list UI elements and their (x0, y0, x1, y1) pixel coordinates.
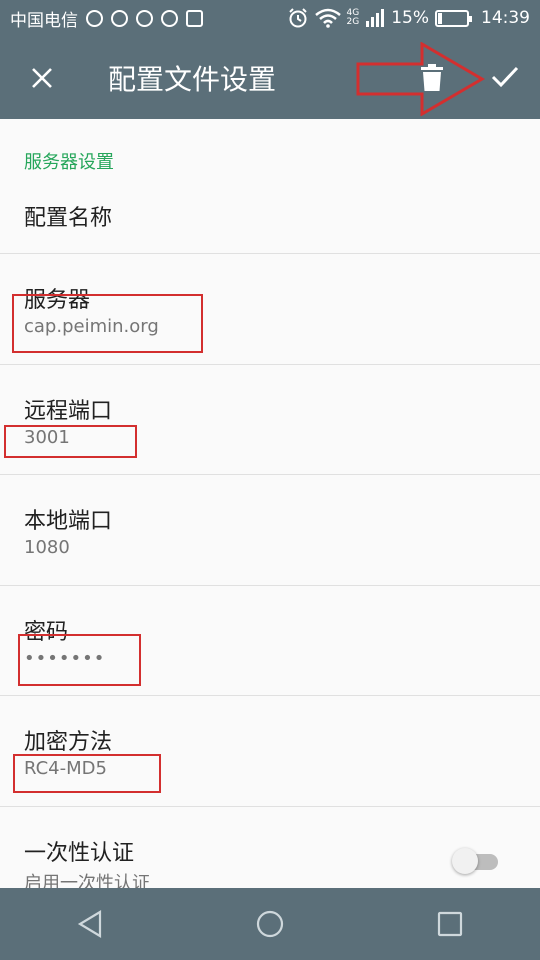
network-type: 4G 2G (347, 9, 360, 27)
page-title: 配置文件设置 (108, 62, 277, 96)
annotation-box (4, 425, 137, 458)
annotation-arrow (356, 42, 485, 116)
check-icon (491, 66, 519, 88)
home-button[interactable] (240, 894, 300, 954)
notification-icon (161, 9, 178, 27)
toggle-thumb (452, 848, 478, 874)
annotation-box (13, 754, 161, 793)
recents-button[interactable] (420, 894, 480, 954)
wifi-icon (314, 8, 341, 28)
status-bar: 中国电信 4G 2G 15% 14:39 (0, 0, 540, 36)
network-bottom-label: 2G (346, 17, 360, 27)
alarm-icon (288, 8, 307, 28)
annotation-box (18, 634, 141, 686)
setting-remote-port[interactable]: 远程端口 3001 (0, 365, 540, 475)
carrier-name: 中国电信 (10, 10, 78, 31)
clock: 14:39 (481, 8, 530, 28)
setting-label: 远程端口 (24, 399, 113, 424)
one-time-auth-toggle[interactable] (452, 848, 500, 874)
save-button[interactable] (480, 52, 530, 102)
notification-icon (136, 9, 153, 27)
setting-profile-name[interactable]: 配置名称 (0, 190, 540, 254)
setting-label: 加密方法 (24, 730, 113, 755)
signal-icon (366, 9, 385, 27)
battery-icon (435, 9, 472, 27)
battery-percent: 15% (391, 8, 429, 28)
back-triangle-icon (77, 910, 102, 938)
section-title: 服务器设置 (24, 152, 114, 173)
annotation-box (12, 294, 203, 353)
setting-value: 1080 (24, 537, 70, 558)
notification-icon (86, 9, 103, 27)
image-notification-icon (186, 9, 203, 27)
setting-label: 本地端口 (24, 509, 113, 534)
home-circle-icon (256, 910, 284, 938)
setting-one-time-auth[interactable]: 一次性认证 启用一次性认证 (0, 807, 540, 894)
navigation-bar (0, 888, 540, 960)
setting-label: 一次性认证 (24, 841, 135, 866)
back-button[interactable] (60, 894, 120, 954)
recents-square-icon (437, 911, 463, 937)
setting-local-port[interactable]: 本地端口 1080 (0, 475, 540, 586)
notification-icon (111, 9, 128, 27)
battery-fill (438, 12, 443, 24)
setting-label: 配置名称 (24, 206, 113, 231)
close-button[interactable] (0, 36, 84, 119)
close-icon (32, 67, 52, 88)
